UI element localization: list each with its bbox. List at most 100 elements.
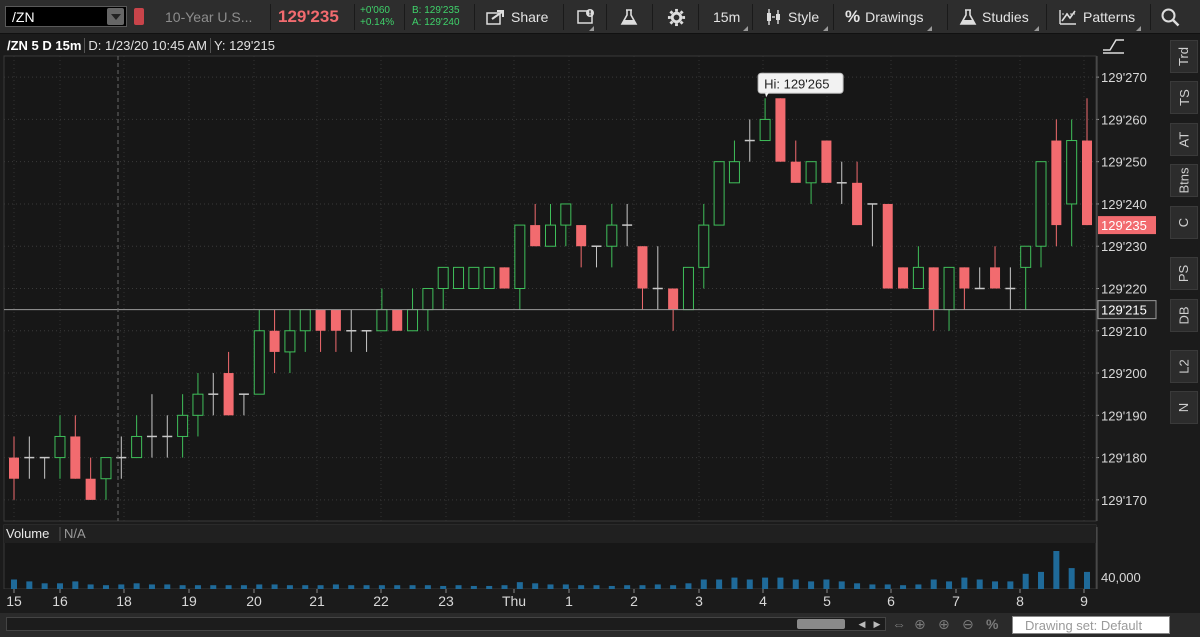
time-tick-label: 23 bbox=[438, 593, 454, 609]
timeframe-label: 15m bbox=[713, 9, 741, 25]
candle-up bbox=[100, 457, 112, 480]
alert-button[interactable] bbox=[576, 0, 596, 34]
candle-down bbox=[775, 98, 786, 162]
time-tick-label: 16 bbox=[52, 593, 68, 609]
volume-bar bbox=[26, 581, 33, 589]
style-button[interactable]: Style bbox=[765, 0, 829, 34]
crosshair-icon[interactable]: ⊕ bbox=[914, 616, 926, 633]
right-tab-btns[interactable]: Btns bbox=[1170, 164, 1198, 198]
divider bbox=[270, 4, 271, 30]
volume-bar bbox=[486, 585, 493, 589]
corner-triangle-icon bbox=[823, 26, 829, 31]
drawings-button[interactable]: % Drawings bbox=[845, 0, 933, 34]
candle-down bbox=[1051, 140, 1062, 226]
divider bbox=[1150, 4, 1151, 30]
volume-bar bbox=[670, 585, 677, 589]
candle-up bbox=[912, 266, 924, 289]
flask-icon bbox=[620, 9, 638, 25]
time-axis-bg bbox=[0, 589, 1100, 611]
volume-bar bbox=[286, 585, 293, 589]
cursor-price-label: 129'215 bbox=[1101, 303, 1147, 318]
candle-down bbox=[499, 267, 510, 289]
candle-up bbox=[545, 224, 556, 247]
flask-button[interactable] bbox=[620, 0, 638, 34]
divider bbox=[698, 4, 699, 30]
right-tab-trd[interactable]: Trd bbox=[1170, 40, 1198, 73]
right-tab-db[interactable]: DB bbox=[1170, 298, 1198, 332]
volume-bar bbox=[869, 584, 876, 589]
volume-bar bbox=[363, 585, 370, 589]
candle-down bbox=[898, 267, 909, 289]
candle-up bbox=[560, 203, 572, 226]
volume-bar bbox=[639, 585, 646, 589]
volume-header-bar bbox=[4, 525, 1096, 543]
symbol-description: 10-Year U.S... bbox=[165, 0, 252, 34]
right-tab-at[interactable]: AT bbox=[1170, 122, 1198, 156]
price-chart[interactable]: 129'270 129'260 129'250 129'240 129'230 129'2… bbox=[0, 34, 1170, 613]
candle-up bbox=[682, 266, 694, 311]
candle-down bbox=[392, 309, 403, 331]
drawing-set-field[interactable]: Drawing set: Default bbox=[1012, 616, 1170, 634]
right-tab-n[interactable]: N bbox=[1170, 391, 1198, 425]
link-color-flag-icon[interactable] bbox=[134, 8, 144, 25]
candle-up bbox=[1066, 140, 1078, 205]
time-tick-label: 19 bbox=[181, 593, 197, 609]
candle-up bbox=[805, 161, 817, 184]
timeframe-button[interactable]: 15m bbox=[713, 0, 749, 34]
divider bbox=[752, 4, 753, 30]
right-tab-label: TS bbox=[1176, 89, 1192, 107]
volume-bar bbox=[1038, 571, 1045, 589]
candle-up bbox=[131, 435, 143, 459]
volume-bar bbox=[685, 583, 692, 589]
candle-down bbox=[576, 225, 587, 247]
volume-bar bbox=[271, 584, 278, 589]
candle-down bbox=[269, 330, 280, 352]
zoom-in-icon[interactable]: ⊕ bbox=[938, 616, 950, 633]
volume-bar bbox=[148, 584, 155, 589]
candle-up bbox=[759, 118, 771, 142]
corner-triangle-icon bbox=[1136, 26, 1142, 31]
price-tick-label: 129'200 bbox=[1101, 366, 1147, 381]
search-button[interactable] bbox=[1160, 0, 1182, 34]
zoom-fit-icon[interactable]: ⇔ bbox=[892, 616, 906, 632]
share-button[interactable]: Share bbox=[486, 0, 548, 34]
volume-bar bbox=[823, 579, 830, 589]
volume-bar bbox=[332, 584, 339, 589]
zoom-out-icon[interactable]: ⊖ bbox=[962, 616, 974, 633]
settings-button[interactable] bbox=[667, 0, 686, 34]
time-tick-label: Thu bbox=[502, 593, 526, 609]
divider bbox=[833, 4, 834, 30]
volume-bar bbox=[1007, 581, 1014, 589]
scroll-left-arrow-icon[interactable]: ◀ bbox=[855, 619, 869, 630]
candle-up bbox=[1035, 161, 1047, 247]
volume-bar bbox=[808, 581, 815, 589]
chart-header: /ZN 5 D 15m D: 1/23/20 10:45 AM Y: 129'2… bbox=[4, 36, 1096, 55]
candle-up bbox=[943, 266, 955, 311]
search-icon bbox=[1161, 8, 1180, 27]
symbol-dropdown-button[interactable] bbox=[107, 8, 124, 25]
patterns-button[interactable]: Patterns bbox=[1058, 0, 1142, 34]
volume-bar bbox=[746, 579, 753, 589]
volume-bar bbox=[179, 585, 186, 589]
volume-bar bbox=[424, 585, 431, 589]
candle-down bbox=[330, 309, 341, 331]
description-text: 10-Year U.S... bbox=[165, 9, 253, 25]
scroll-right-arrow-icon[interactable]: ▶ bbox=[870, 619, 884, 630]
volume-bar bbox=[1053, 551, 1060, 589]
right-tab-l2[interactable]: L2 bbox=[1170, 349, 1198, 383]
right-tab-ts[interactable]: TS bbox=[1170, 81, 1198, 115]
volume-bar bbox=[884, 584, 891, 589]
right-tab-c[interactable]: C bbox=[1170, 205, 1198, 239]
volume-bar bbox=[946, 581, 953, 589]
chevron-down-icon bbox=[110, 13, 121, 20]
price-tick-label: 129'270 bbox=[1101, 70, 1147, 85]
flask-icon bbox=[959, 9, 977, 25]
right-tab-ps[interactable]: PS bbox=[1170, 257, 1198, 291]
candle-up bbox=[453, 266, 465, 289]
volume-bar bbox=[608, 585, 615, 589]
studies-button[interactable]: Studies bbox=[959, 0, 1039, 34]
gear-icon bbox=[667, 8, 686, 26]
scrollbar-thumb[interactable] bbox=[797, 619, 845, 629]
percent-icon[interactable]: % bbox=[986, 616, 998, 632]
horizontal-scrollbar[interactable]: ◀ ▶ bbox=[6, 617, 886, 631]
